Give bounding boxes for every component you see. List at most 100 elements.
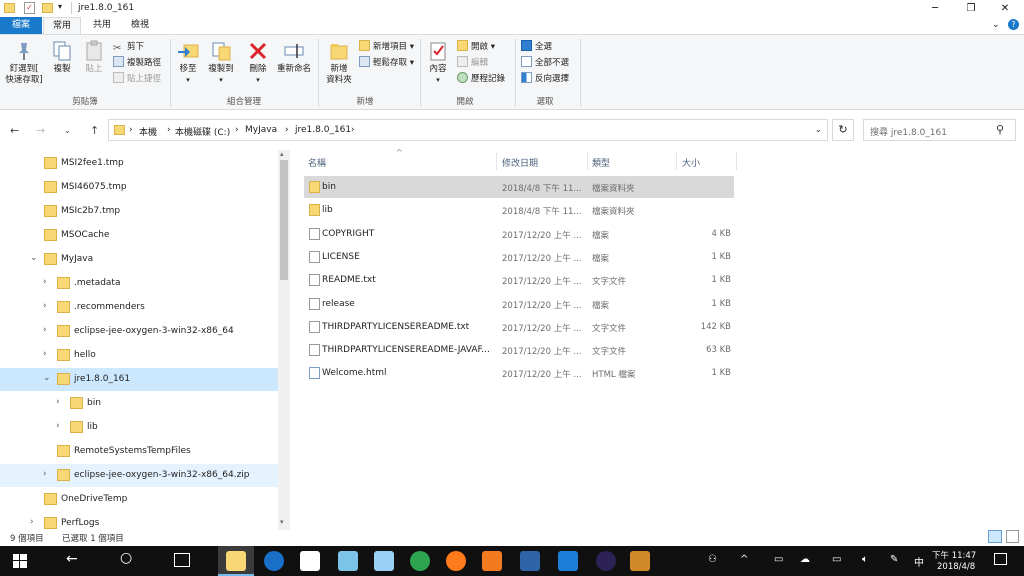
nav-item[interactable]: MSI2fee1.tmp xyxy=(0,152,278,175)
action-center-icon[interactable] xyxy=(994,553,1007,565)
file-row[interactable]: Welcome.html 2017/12/20 上午 ... HTML 檔案 1 KB xyxy=(304,362,734,384)
nav-item[interactable]: OneDriveTemp xyxy=(0,488,278,511)
edit-button[interactable]: 編輯 xyxy=(457,56,488,70)
properties-button[interactable]: 內容 ▾ xyxy=(424,40,452,86)
chevron-right-icon[interactable]: › xyxy=(43,349,47,359)
search-icon[interactable]: ○ xyxy=(120,550,132,566)
clock-time[interactable]: 下午 11:47 xyxy=(932,549,976,561)
paste-shortcut-button[interactable]: 貼上捷徑 xyxy=(113,72,161,86)
nav-item[interactable]: › eclipse-jee-oxygen-3-win32-x86_64 xyxy=(0,320,278,343)
people-icon[interactable]: ⚇ xyxy=(708,554,717,565)
chevron-down-icon[interactable]: ⌄ xyxy=(30,253,38,263)
chevron-right-icon[interactable]: › xyxy=(56,397,60,407)
breadcrumb-this-pc[interactable]: 本機 xyxy=(139,125,157,138)
file-row[interactable]: LICENSE 2017/12/20 上午 ... 檔案 1 KB xyxy=(304,246,734,268)
media-player-icon[interactable] xyxy=(264,551,284,571)
volume-icon[interactable]: 🔈︎ xyxy=(862,554,868,565)
breadcrumb-jre[interactable]: jre1.8.0_161 xyxy=(295,125,351,135)
file-row[interactable]: THIRDPARTYLICENSEREADME.txt 2017/12/20 上午… xyxy=(304,316,734,338)
tab-view[interactable]: 檢視 xyxy=(121,17,159,34)
back-icon[interactable]: ← xyxy=(66,551,78,567)
edge-icon[interactable] xyxy=(558,551,578,571)
task-view-icon[interactable] xyxy=(174,553,190,567)
scroll-down-icon[interactable]: ▾ xyxy=(280,518,284,526)
clock-date[interactable]: 2018/4/8 xyxy=(937,562,975,572)
column-type[interactable]: 類型 xyxy=(592,156,610,169)
breadcrumb-local-disk[interactable]: 本機磁碟 (C:) xyxy=(175,125,230,138)
nav-item[interactable]: MSI46075.tmp xyxy=(0,176,278,199)
properties-quick-icon[interactable]: ✓ xyxy=(24,2,35,14)
select-none-button[interactable]: 全部不選 xyxy=(521,56,569,70)
tab-share[interactable]: 共用 xyxy=(83,17,121,34)
firefox-icon[interactable] xyxy=(446,551,466,571)
breadcrumb-myjava[interactable]: MyJava xyxy=(245,125,277,135)
search-box[interactable]: 搜尋 jre1.8.0_161 ⚲ xyxy=(863,119,1016,141)
pen-icon[interactable]: ✎ xyxy=(890,554,898,565)
history-button[interactable]: 歷程記錄 xyxy=(457,72,505,86)
collapse-ribbon-icon[interactable]: ⌄ xyxy=(992,20,1000,30)
pin-quick-access-button[interactable]: 釘選到[ 快速存取] xyxy=(2,40,46,86)
file-explorer-icon[interactable] xyxy=(226,551,246,571)
file-row[interactable]: lib 2018/4/8 下午 11... 檔案資料夾 xyxy=(304,199,734,221)
nav-item[interactable]: MSIc2b7.tmp xyxy=(0,200,278,223)
close-button[interactable]: ✕ xyxy=(988,0,1022,17)
large-icons-view-icon[interactable] xyxy=(1006,530,1019,543)
file-row[interactable]: COPYRIGHT 2017/12/20 上午 ... 檔案 4 KB xyxy=(304,223,734,245)
forward-icon[interactable]: → xyxy=(36,124,45,137)
minimize-button[interactable]: ─ xyxy=(918,0,952,17)
file-row[interactable]: bin 2018/4/8 下午 11... 檔案資料夾 xyxy=(304,176,734,198)
file-row[interactable]: README.txt 2017/12/20 上午 ... 文字文件 1 KB xyxy=(304,269,734,291)
customize-quick-access-icon[interactable]: ▾ xyxy=(58,2,62,11)
start-icon[interactable] xyxy=(13,554,27,571)
network-icon[interactable]: ▭ xyxy=(774,554,783,565)
xampp-icon[interactable] xyxy=(482,551,502,571)
details-view-icon[interactable] xyxy=(988,530,1002,543)
show-hidden-icons[interactable]: ^ xyxy=(740,554,748,565)
nav-item[interactable]: RemoteSystemsTempFiles xyxy=(0,440,278,463)
nav-item[interactable]: › lib xyxy=(0,416,278,439)
chevron-right-icon[interactable]: › xyxy=(43,325,47,335)
cut-button[interactable]: ✂ 剪下 xyxy=(113,40,144,54)
maximize-button[interactable]: ❐ xyxy=(954,0,988,17)
virtualbox-icon[interactable] xyxy=(520,551,540,571)
chevron-right-icon[interactable]: › xyxy=(30,517,34,527)
file-row[interactable]: release 2017/12/20 上午 ... 檔案 1 KB xyxy=(304,293,734,315)
paste-button[interactable]: 貼上 xyxy=(80,40,108,75)
tab-home[interactable]: 常用 xyxy=(43,17,81,34)
move-to-button[interactable]: 移至 ▾ xyxy=(174,40,202,86)
copy-button[interactable]: 複製 xyxy=(48,40,76,75)
nav-item[interactable]: › eclipse-jee-oxygen-3-win32-x86_64.zip xyxy=(0,464,278,487)
chevron-right-icon[interactable]: › xyxy=(43,301,47,311)
new-item-button[interactable]: 新增項目 ▾ xyxy=(359,40,414,54)
open-button[interactable]: 開啟 ▾ xyxy=(457,40,495,54)
chrome-icon[interactable] xyxy=(300,551,320,571)
battery-icon[interactable]: ▭ xyxy=(832,554,841,565)
recent-locations-icon[interactable]: ⌄ xyxy=(64,126,71,135)
paint-icon[interactable] xyxy=(374,551,394,571)
new-folder-quick-icon[interactable] xyxy=(42,3,53,13)
green-app-icon[interactable] xyxy=(410,551,430,571)
rename-button[interactable]: 重新命名 xyxy=(274,40,314,75)
chevron-right-icon[interactable]: › xyxy=(56,421,60,431)
easy-access-button[interactable]: 輕鬆存取 ▾ xyxy=(359,56,414,70)
nav-item[interactable]: › .recommenders xyxy=(0,296,278,319)
select-all-button[interactable]: 全選 xyxy=(521,40,552,54)
chevron-down-icon[interactable]: ⌄ xyxy=(43,373,51,383)
back-icon[interactable]: ← xyxy=(10,124,19,137)
nav-item[interactable]: › bin xyxy=(0,392,278,415)
help-icon[interactable]: ? xyxy=(1008,19,1019,30)
scroll-up-icon[interactable]: ▴ xyxy=(280,150,284,158)
copy-to-button[interactable]: 複製到 ▾ xyxy=(205,40,237,86)
ime-indicator[interactable]: 中 xyxy=(914,554,924,569)
column-name[interactable]: 名稱 xyxy=(308,156,326,169)
column-modified[interactable]: 修改日期 xyxy=(502,156,538,169)
search-input[interactable]: 搜尋 jre1.8.0_161 xyxy=(870,125,947,138)
chevron-right-icon[interactable]: › xyxy=(43,277,47,287)
nav-scrollbar-thumb[interactable] xyxy=(280,160,288,280)
nav-item[interactable]: › hello xyxy=(0,344,278,367)
up-icon[interactable]: ↑ xyxy=(90,124,99,137)
nav-item[interactable]: ⌄ MyJava xyxy=(0,248,278,271)
copy-path-button[interactable]: 複製路徑 xyxy=(113,56,161,70)
nav-item[interactable]: › PerfLogs xyxy=(0,512,278,530)
nav-item[interactable]: ⌄ jre1.8.0_161 xyxy=(0,368,278,391)
